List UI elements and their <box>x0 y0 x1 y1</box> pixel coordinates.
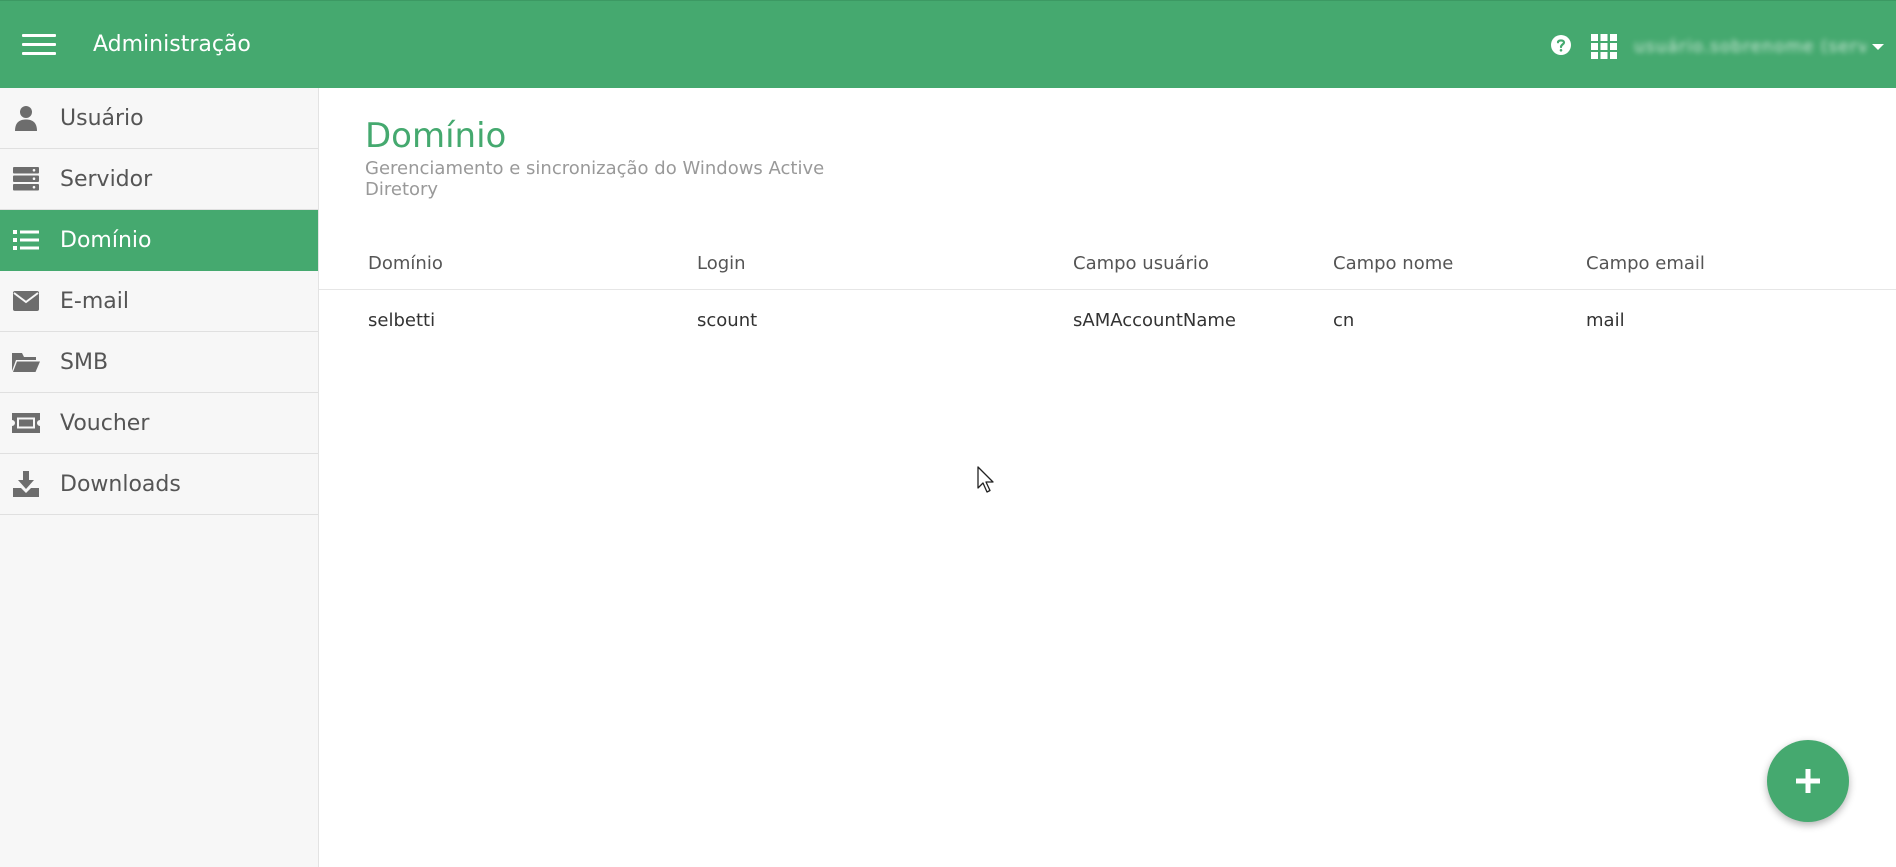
top-app-bar: Administração usuário.sobrenome (servido… <box>0 0 1896 88</box>
sidebar-item-voucher[interactable]: Voucher <box>0 393 318 454</box>
column-header-campo-usuario[interactable]: Campo usuário <box>1073 253 1333 274</box>
page-title: Domínio <box>365 116 507 156</box>
sidebar-item-label: SMB <box>60 349 109 375</box>
sidebar-item-usuario[interactable]: Usuário <box>0 88 318 149</box>
sidebar-item-downloads[interactable]: Downloads <box>0 454 318 515</box>
column-header-campo-nome[interactable]: Campo nome <box>1333 253 1586 274</box>
page-subtitle: Gerenciamento e sincronização do Windows… <box>365 158 825 200</box>
cell-campo-nome: cn <box>1333 309 1355 331</box>
sidebar-item-label: Downloads <box>60 471 181 497</box>
list-icon <box>12 226 40 254</box>
column-header-login[interactable]: Login <box>697 253 1073 274</box>
question-circle-icon[interactable] <box>1550 34 1572 56</box>
sidebar-nav: Usuário Servidor Domínio E-mail SMB Vouc… <box>0 88 319 867</box>
caret-down-icon <box>1872 44 1884 50</box>
user-icon <box>12 104 40 132</box>
envelope-icon <box>12 287 40 315</box>
sidebar-item-servidor[interactable]: Servidor <box>0 149 318 210</box>
folder-open-icon <box>12 348 40 376</box>
sidebar-item-label: Usuário <box>60 105 144 131</box>
sidebar-item-email[interactable]: E-mail <box>0 271 318 332</box>
column-header-dominio[interactable]: Domínio <box>319 253 697 274</box>
sidebar-item-label: Servidor <box>60 166 153 192</box>
cell-dominio: selbetti <box>368 309 436 331</box>
mouse-cursor-icon <box>977 466 994 493</box>
sidebar-item-smb[interactable]: SMB <box>0 332 318 393</box>
ticket-icon <box>12 409 40 437</box>
sidebar-item-label: Domínio <box>60 227 152 253</box>
domain-table: Domínio Login Campo usuário Campo nome C… <box>319 238 1896 350</box>
download-icon <box>12 470 40 498</box>
cell-campo-email: mail <box>1586 309 1625 331</box>
user-menu[interactable]: usuário.sobrenome (servidor) <box>1634 35 1884 59</box>
sidebar-item-dominio[interactable]: Domínio <box>0 210 318 271</box>
column-header-campo-email[interactable]: Campo email <box>1586 253 1896 274</box>
cell-campo-usuario: sAMAccountName <box>1073 309 1237 331</box>
grid-apps-icon[interactable] <box>1591 34 1617 59</box>
plus-icon <box>1796 769 1820 793</box>
table-row[interactable]: selbetti scount sAMAccountName cn mail <box>319 290 1896 350</box>
sidebar-item-label: E-mail <box>60 288 129 314</box>
user-name: usuário.sobrenome (servidor) <box>1634 37 1866 57</box>
cell-login: scount <box>697 309 758 331</box>
main-content: Domínio Gerenciamento e sincronização do… <box>319 88 1896 867</box>
add-domain-button[interactable] <box>1767 740 1849 822</box>
app-title: Administração <box>93 32 251 57</box>
server-icon <box>12 165 40 193</box>
sidebar-item-label: Voucher <box>60 410 150 436</box>
table-header: Domínio Login Campo usuário Campo nome C… <box>319 238 1896 290</box>
hamburger-menu-icon[interactable] <box>22 34 56 56</box>
